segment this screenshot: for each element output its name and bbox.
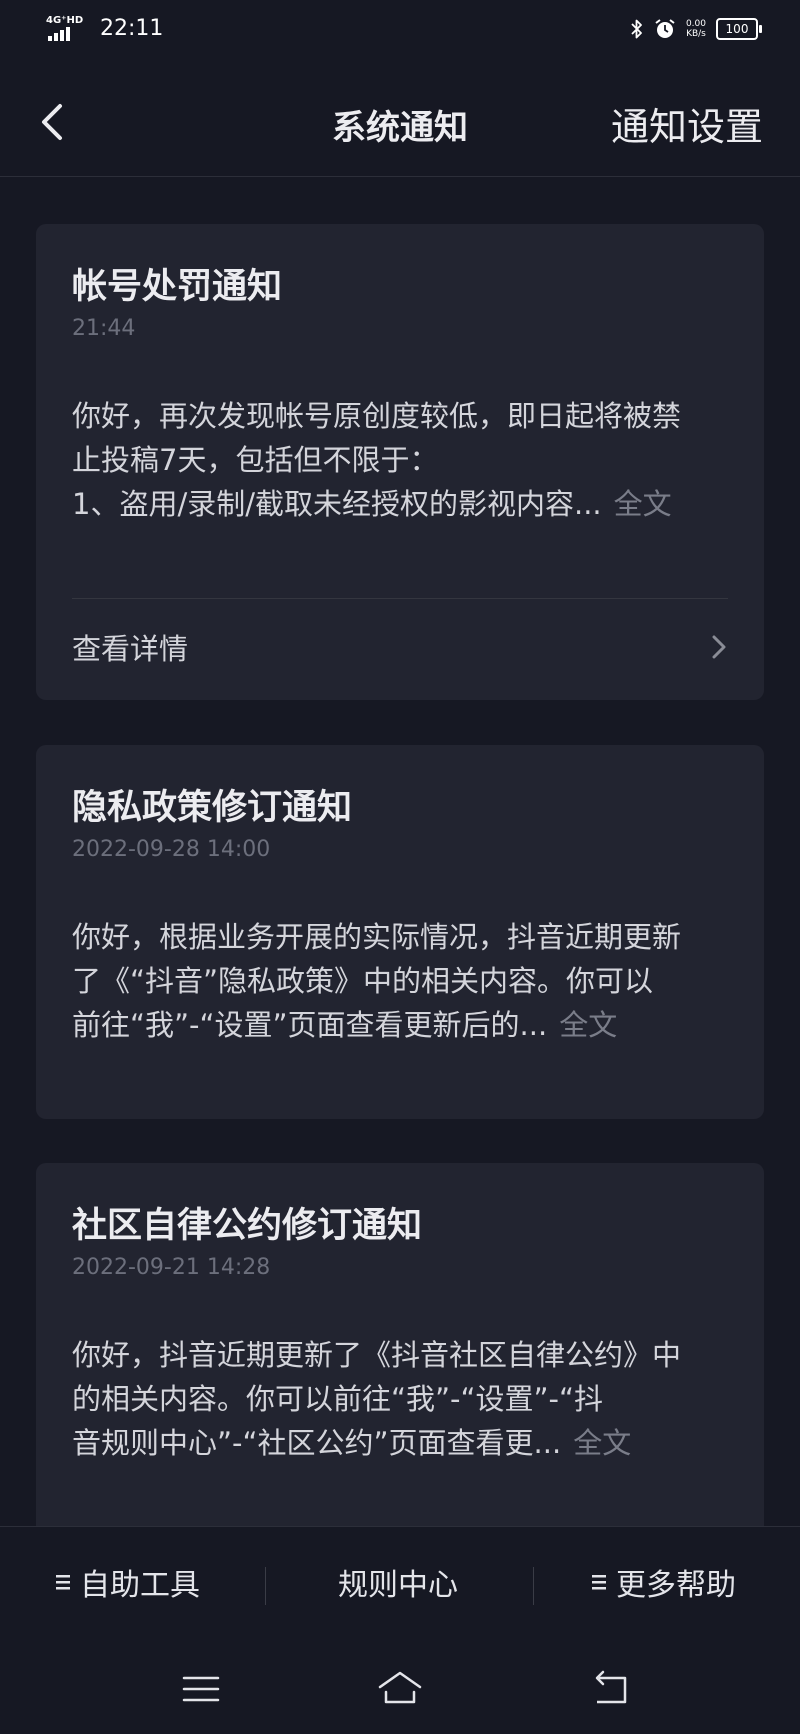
page: 4G⁺HD 22:11 0.00 KB/s 100 系统通知 通知设置 帐号处罚… [0, 0, 800, 1734]
notification-card[interactable]: 帐号处罚通知 21:44 你好，再次发现帐号原创度较低，即日起将被禁 止投稿7天… [36, 224, 764, 700]
body-line: 的相关内容。你可以前往“我”-“设置”-“抖 [72, 1382, 604, 1416]
battery-level: 100 [725, 22, 749, 36]
body-line: 1、盗用/录制/截取未经授权的影视内容... [72, 487, 602, 521]
clock: 22:11 [100, 15, 164, 41]
body-line: 你好，根据业务开展的实际情况，抖音近期更新 [72, 920, 682, 954]
rules-center-button[interactable]: 规则中心 [338, 1557, 458, 1607]
body-line-last: 1、盗用/录制/截取未经授权的影视内容... 全文 [72, 482, 728, 526]
notification-time: 21:44 [72, 316, 136, 341]
notification-settings-button[interactable]: 通知设置 [611, 96, 763, 151]
body-line: 音规则中心”-“社区公约”页面查看更... [72, 1426, 562, 1460]
battery-icon: 100 [716, 18, 762, 40]
speed-value: 0.00 [685, 19, 706, 29]
body-line-last: 前往“我”-“设置”页面查看更新后的... 全文 [72, 1003, 728, 1047]
self-service-tools-button[interactable]: 自助工具 [56, 1557, 200, 1607]
notification-time: 2022-09-21 14:28 [72, 1255, 271, 1280]
body-line-last: 音规则中心”-“社区公约”页面查看更... 全文 [72, 1421, 728, 1465]
hamburger-icon[interactable] [176, 1664, 226, 1714]
network-label: 4G⁺HD [46, 15, 84, 26]
return-icon[interactable] [585, 1664, 635, 1714]
status-right: 0.00 KB/s 100 [630, 14, 762, 44]
alarm-icon [655, 19, 675, 38]
menu-lines-icon [56, 1575, 70, 1590]
menu-lines-icon [592, 1575, 606, 1590]
notification-time: 2022-09-28 14:00 [72, 837, 271, 862]
body-line: 前往“我”-“设置”页面查看更新后的... [72, 1008, 548, 1042]
notification-title: 帐号处罚通知 [72, 267, 283, 307]
system-nav-bar [0, 1642, 800, 1734]
fulltext-link[interactable]: 全文 [614, 487, 672, 521]
more-help-button[interactable]: 更多帮助 [592, 1557, 736, 1607]
body-line: 了《“抖音”隐私政策》中的相关内容。你可以 [72, 964, 654, 998]
separator [533, 1567, 534, 1605]
notification-body: 你好，抖音近期更新了《抖音社区自律公约》中 的相关内容。你可以前往“我”-“设置… [72, 1333, 728, 1465]
notification-card[interactable]: 社区自律公约修订通知 2022-09-21 14:28 你好，抖音近期更新了《抖… [36, 1163, 764, 1563]
home-icon[interactable] [375, 1664, 425, 1714]
more-help-label: 更多帮助 [616, 1568, 736, 1603]
notification-body: 你好，再次发现帐号原创度较低，即日起将被禁 止投稿7天，包括但不限于： 1、盗用… [72, 394, 728, 526]
signal-icon: 4G⁺HD [46, 13, 88, 43]
notification-title: 社区自律公约修订通知 [72, 1206, 423, 1246]
self-service-tools-label: 自助工具 [80, 1568, 200, 1603]
bluetooth-icon [631, 19, 642, 39]
body-line: 你好，再次发现帐号原创度较低，即日起将被禁 [72, 399, 682, 433]
body-line: 你好，抖音近期更新了《抖音社区自律公约》中 [72, 1338, 682, 1372]
speed-unit: KB/s [686, 29, 706, 39]
view-details-label: 查看详情 [72, 632, 189, 666]
notification-body: 你好，根据业务开展的实际情况，抖音近期更新 了《“抖音”隐私政策》中的相关内容。… [72, 915, 728, 1047]
separator [265, 1567, 266, 1605]
view-details-row[interactable]: 查看详情 [72, 622, 728, 672]
status-left: 4G⁺HD 22:11 [46, 12, 163, 44]
network-speed: 0.00 KB/s [686, 19, 706, 39]
divider [72, 598, 728, 599]
status-bar: 4G⁺HD 22:11 0.00 KB/s 100 [0, 0, 800, 56]
notification-card[interactable]: 隐私政策修订通知 2022-09-28 14:00 你好，根据业务开展的实际情况… [36, 745, 764, 1119]
bottom-action-bar: 自助工具 规则中心 更多帮助 [0, 1526, 800, 1643]
notification-title: 隐私政策修订通知 [72, 788, 353, 828]
fulltext-link[interactable]: 全文 [573, 1426, 631, 1460]
fulltext-link[interactable]: 全文 [559, 1008, 617, 1042]
body-line: 止投稿7天，包括但不限于： [72, 443, 439, 477]
chevron-right-icon [712, 635, 726, 659]
nav-bar: 系统通知 通知设置 [0, 80, 800, 177]
rules-center-label: 规则中心 [338, 1568, 458, 1603]
